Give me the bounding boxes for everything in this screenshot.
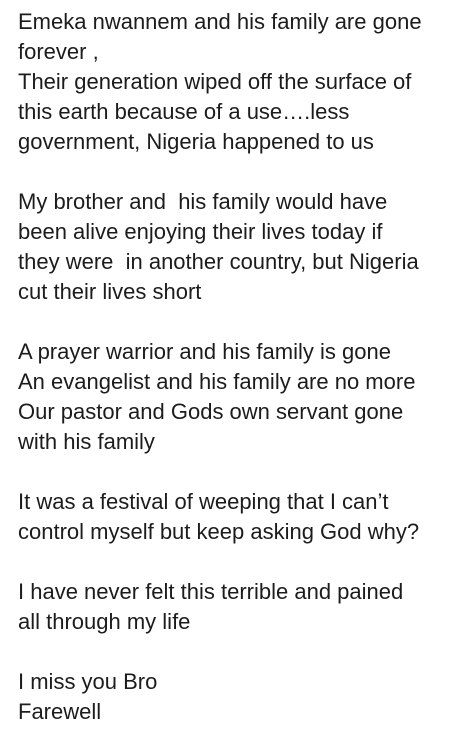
text-line: all through my life <box>18 609 191 634</box>
text-line: My brother and his family would have <box>18 189 388 214</box>
paragraph-3: A prayer warrior and his family is gone … <box>18 337 464 457</box>
paragraph-2: My brother and his family would have bee… <box>18 187 464 307</box>
text-line: they were in another country, but Nigeri… <box>18 249 419 274</box>
paragraph-5: I have never felt this terrible and pain… <box>18 577 464 637</box>
text-line: this earth because of a use….less <box>18 99 350 124</box>
text-line: cut their lives short <box>18 279 202 304</box>
text-line: I miss you Bro <box>18 669 158 694</box>
text-line: forever , <box>18 39 99 64</box>
text-line: Emeka nwannem and his family are gone <box>18 9 422 34</box>
text-line: Our pastor and Gods own servant gone <box>18 399 404 424</box>
post-body: Emeka nwannem and his family are gone fo… <box>18 7 464 727</box>
text-line: A prayer warrior and his family is gone <box>18 339 391 364</box>
text-line: government, Nigeria happened to us <box>18 129 374 154</box>
paragraph-1: Emeka nwannem and his family are gone fo… <box>18 7 464 157</box>
text-line: with his family <box>18 429 155 454</box>
text-line: Farewell <box>18 699 102 724</box>
paragraph-4: It was a festival of weeping that I can’… <box>18 487 464 547</box>
text-line: been alive enjoying their lives today if <box>18 219 383 244</box>
paragraph-6: I miss you Bro Farewell <box>18 667 464 727</box>
text-line: An evangelist and his family are no more <box>18 369 416 394</box>
text-line: Their generation wiped off the surface o… <box>18 69 412 94</box>
text-line: I have never felt this terrible and pain… <box>18 579 404 604</box>
text-line: It was a festival of weeping that I can’… <box>18 489 389 514</box>
text-line: control myself but keep asking God why? <box>18 519 420 544</box>
